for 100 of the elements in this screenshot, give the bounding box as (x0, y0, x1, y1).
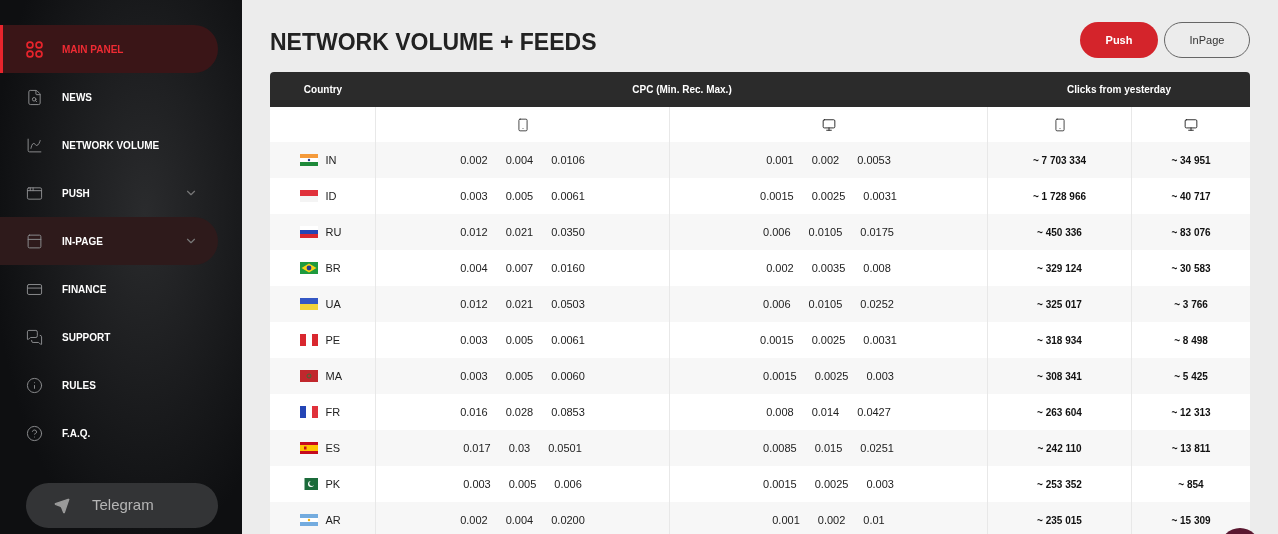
clicks-value: ~ 235 015 (1037, 513, 1082, 528)
grid-icon (26, 40, 43, 58)
news-icon (26, 88, 43, 106)
cpc-value: 0.008 (863, 260, 891, 276)
cpc-value: 0.004 (505, 512, 534, 528)
clicks-value: ~ 253 352 (1037, 477, 1082, 492)
panel-icon (26, 232, 43, 250)
monitor-icon (1184, 117, 1198, 132)
country-code: ID (325, 188, 338, 204)
smartphone-icon (1052, 117, 1067, 132)
clicks-value: ~ 242 110 (1037, 441, 1082, 456)
cpc-value: 0.0160 (551, 260, 585, 276)
sidebar-item[interactable]: IN-PAGE (0, 217, 218, 265)
cpc-value: 0.0015 (763, 476, 797, 492)
flag-icon (299, 370, 318, 382)
cpc-value: 0.0106 (551, 152, 585, 168)
country-code: MA (325, 368, 343, 384)
cpc-value: 0.0427 (857, 404, 891, 420)
column-header: Country (302, 83, 344, 97)
sidebar-item[interactable]: RULES (0, 361, 218, 409)
chat-icon (26, 328, 43, 346)
cpc-value: 0.0025 (811, 332, 846, 348)
cpc-value: 0.004 (505, 152, 534, 168)
cpc-value: 0.0503 (551, 296, 585, 312)
sidebar-item[interactable]: PUSH (0, 169, 218, 217)
cpc-value: 0.01 (863, 512, 885, 528)
cpc-value: 0.003 (463, 476, 491, 492)
active-indicator (0, 25, 3, 73)
clicks-value: ~ 854 (1178, 477, 1204, 492)
clicks-value: ~ 40 717 (1171, 189, 1211, 204)
tab[interactable]: Push (1080, 22, 1158, 58)
sidebar-item[interactable]: F.A.Q. (0, 409, 218, 457)
flag-icon (299, 190, 318, 202)
clicks-value: ~ 12 313 (1171, 405, 1211, 420)
cpc-value: 0.006 (554, 476, 582, 492)
cpc-value: 0.016 (460, 404, 488, 420)
cpc-value: 0.007 (505, 260, 534, 276)
clicks-value: ~ 30 583 (1171, 261, 1211, 276)
sidebar-item[interactable]: FINANCE (0, 265, 218, 313)
cpc-value: 0.001 (772, 512, 800, 528)
country-code: IN (325, 152, 338, 168)
cpc-value: 0.0060 (551, 368, 585, 384)
clicks-value: ~ 329 124 (1037, 261, 1082, 276)
cpc-value: 0.003 (460, 332, 488, 348)
cpc-value: 0.004 (460, 260, 488, 276)
cpc-value: 0.0061 (551, 188, 585, 204)
flag-icon (299, 478, 318, 490)
clicks-value: ~ 5 425 (1174, 369, 1208, 384)
sidebar-item[interactable]: MAIN PANEL (0, 25, 218, 73)
cpc-value: 0.006 (763, 224, 791, 240)
clicks-value: ~ 83 076 (1171, 225, 1211, 240)
flag-icon (299, 262, 318, 274)
cpc-value: 0.006 (763, 296, 791, 312)
sidebar-item[interactable]: NEWS (0, 73, 218, 121)
cpc-value: 0.0175 (860, 224, 894, 240)
sidebar-item[interactable]: SUPPORT (0, 313, 218, 361)
cpc-value: 0.0025 (814, 476, 849, 492)
cpc-value: 0.002 (766, 260, 794, 276)
cpc-value: 0.0105 (808, 224, 843, 240)
flag-icon (299, 442, 318, 454)
cpc-value: 0.017 (463, 440, 491, 456)
clicks-value: ~ 318 934 (1037, 333, 1082, 348)
clicks-value: ~ 15 309 (1171, 513, 1211, 528)
cpc-value: 0.003 (866, 368, 894, 384)
cpc-value: 0.0105 (808, 296, 843, 312)
cpc-value: 0.03 (508, 440, 531, 456)
cpc-value: 0.002 (460, 512, 488, 528)
clicks-value: ~ 34 951 (1171, 153, 1211, 168)
cpc-value: 0.0501 (548, 440, 582, 456)
cpc-value: 0.005 (505, 368, 534, 384)
cpc-value: 0.002 (460, 152, 488, 168)
cpc-value: 0.005 (505, 188, 534, 204)
cpc-value: 0.002 (811, 152, 840, 168)
telegram-button[interactable]: Telegram (26, 483, 218, 528)
cpc-value: 0.0025 (814, 368, 849, 384)
country-code: BR (325, 260, 342, 276)
cpc-value: 0.0015 (763, 368, 797, 384)
cpc-value: 0.0350 (551, 224, 585, 240)
country-code: ES (325, 440, 342, 456)
clicks-value: ~ 308 341 (1037, 369, 1082, 384)
flag-icon (299, 298, 318, 310)
cpc-value: 0.0061 (551, 332, 585, 348)
cpc-value: 0.0035 (811, 260, 846, 276)
cpc-value: 0.012 (460, 296, 488, 312)
window-icon (26, 184, 43, 202)
cpc-value: 0.002 (817, 512, 846, 528)
flag-icon (299, 226, 318, 238)
country-code: FR (325, 404, 342, 420)
page-title: NETWORK VOLUME + FEEDS (270, 27, 597, 57)
flag-icon (299, 154, 318, 166)
info-icon (26, 376, 43, 394)
cpc-value: 0.008 (766, 404, 794, 420)
cpc-value: 0.0200 (551, 512, 585, 528)
sidebar-item[interactable]: NETWORK VOLUME (0, 121, 218, 169)
cpc-value: 0.0015 (760, 188, 794, 204)
cpc-value: 0.0053 (857, 152, 891, 168)
cpc-value: 0.003 (460, 368, 488, 384)
flag-icon (299, 406, 318, 418)
cpc-value: 0.0025 (811, 188, 846, 204)
cpc-value: 0.0085 (763, 440, 797, 456)
